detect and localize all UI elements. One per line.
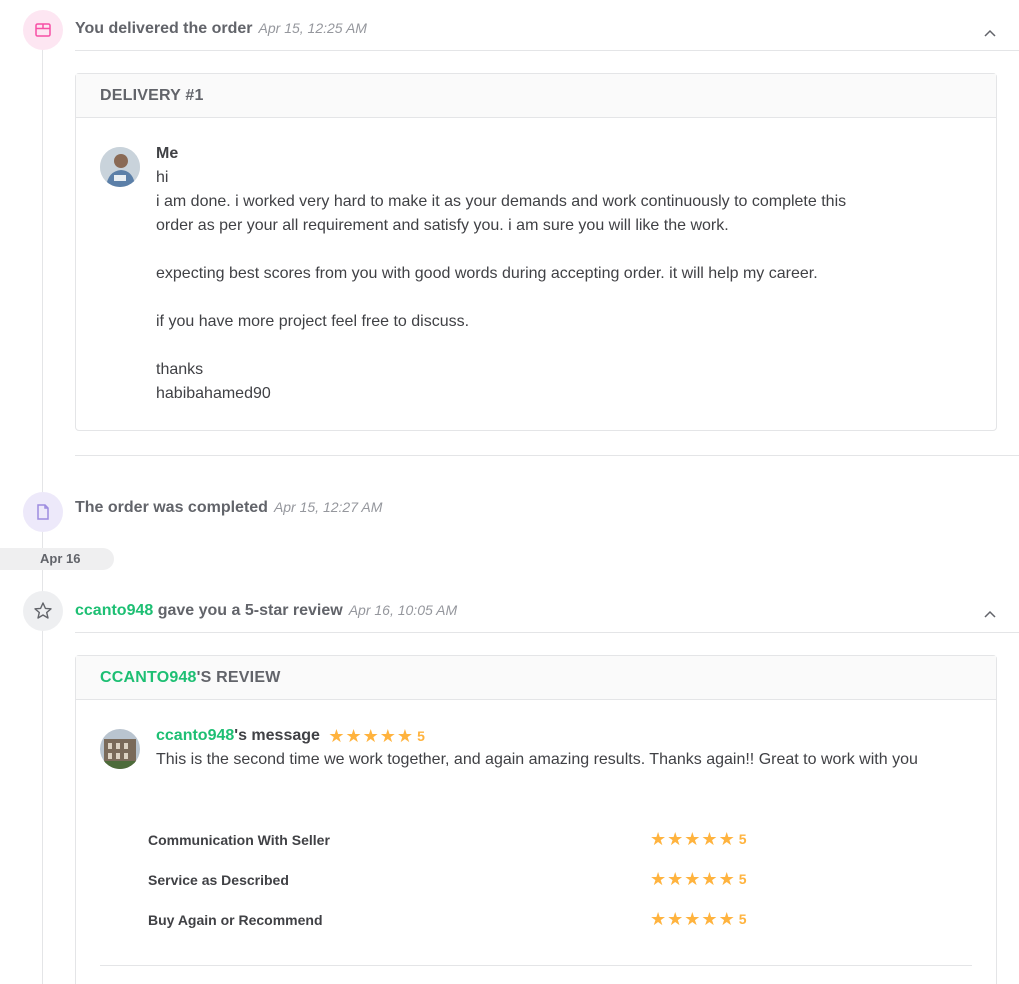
star-icon: ★ [667,829,684,849]
star-icon: ★ [701,829,718,849]
overall-rating-stars: ★ ★ ★ ★ ★ 5 [328,724,425,748]
chevron-up-icon[interactable] [983,607,997,621]
package-icon [23,10,63,50]
completed-title-text: The order was completed [75,499,268,516]
star-icon: ★ [362,726,379,746]
star-outline-icon [23,591,63,631]
star-icon: ★ [667,869,684,889]
reviewer-link[interactable]: ccanto948 [75,602,153,619]
reviewer-name[interactable]: ccanto948 [156,727,234,744]
star-icon: ★ [718,909,735,929]
star-icon: ★ [667,909,684,929]
avatar [100,147,140,187]
rating-label: Buy Again or Recommend [148,912,323,928]
star-icon: ★ [328,726,345,746]
star-icon: ★ [701,909,718,929]
star-icon: ★ [650,829,667,849]
message-label: 's message [234,727,320,745]
delivered-event-title: You delivered the order Apr 15, 12:25 AM [75,20,367,38]
rating-value: 5 [738,911,747,927]
completed-event-title: The order was completed Apr 15, 12:27 AM [75,499,382,517]
review-message: ccanto948's message ★ ★ ★ ★ ★ 5 This is the … [156,724,966,772]
rating-row-recommend: Buy Again or Recommend ★ ★ ★ ★ ★ 5 [148,910,788,928]
review-event-title: ccanto948 gave you a 5-star review Apr 16… [75,602,457,620]
rating-stars: ★ ★ ★ ★ ★ 5 [650,910,747,928]
star-icon: ★ [650,869,667,889]
date-separator: Apr 16 [0,548,114,570]
rating-stars: ★ ★ ★ ★ ★ 5 [650,830,747,848]
star-icon: ★ [684,829,701,849]
rating-label: Service as Described [148,872,289,888]
delivered-title-text: You delivered the order [75,20,253,37]
completed-time: Apr 15, 12:27 AM [273,499,383,515]
rating-value: 5 [738,831,747,847]
review-text: This is the second time we work together… [156,751,918,769]
star-icon: ★ [701,869,718,889]
rating-value: 5 [738,871,747,887]
review-time: Apr 16, 10:05 AM [348,602,458,618]
star-icon: ★ [650,909,667,929]
star-icon: ★ [379,726,396,746]
star-icon: ★ [718,869,735,889]
review-heading: CCANTO948 'S REVIEW [76,656,996,700]
overall-rating-value: 5 [417,728,425,744]
delivery-heading: DELIVERY #1 [76,74,996,118]
star-icon: ★ [684,869,701,889]
star-icon: ★ [396,726,414,746]
divider [75,50,1019,51]
delivery-message-text: hi i am done. i worked very hard to make… [156,169,847,402]
review-card: CCANTO948 'S REVIEW ccanto948's message ★… [75,655,997,984]
star-icon: ★ [684,909,701,929]
document-icon [23,492,63,532]
delivered-time: Apr 15, 12:25 AM [258,20,367,36]
sender-name: Me [156,145,179,162]
chevron-up-icon[interactable] [983,26,997,40]
rating-row-service: Service as Described ★ ★ ★ ★ ★ 5 [148,870,788,888]
review-title-suffix: gave you a 5-star review [153,602,343,619]
divider [100,965,972,966]
rating-stars: ★ ★ ★ ★ ★ 5 [650,870,747,888]
divider [75,632,1019,633]
divider [75,455,1019,456]
star-icon: ★ [718,829,735,849]
rating-row-communication: Communication With Seller ★ ★ ★ ★ ★ 5 [148,830,788,848]
avatar [100,729,140,769]
star-icon: ★ [345,726,362,746]
rating-label: Communication With Seller [148,832,330,848]
delivery-card: DELIVERY #1 Me hi i am done. i worked ve… [75,73,997,431]
review-heading-suffix: 'S REVIEW [196,668,281,686]
delivery-message: Me hi i am done. i worked very hard to m… [156,142,846,406]
review-heading-user[interactable]: CCANTO948 [100,669,197,687]
